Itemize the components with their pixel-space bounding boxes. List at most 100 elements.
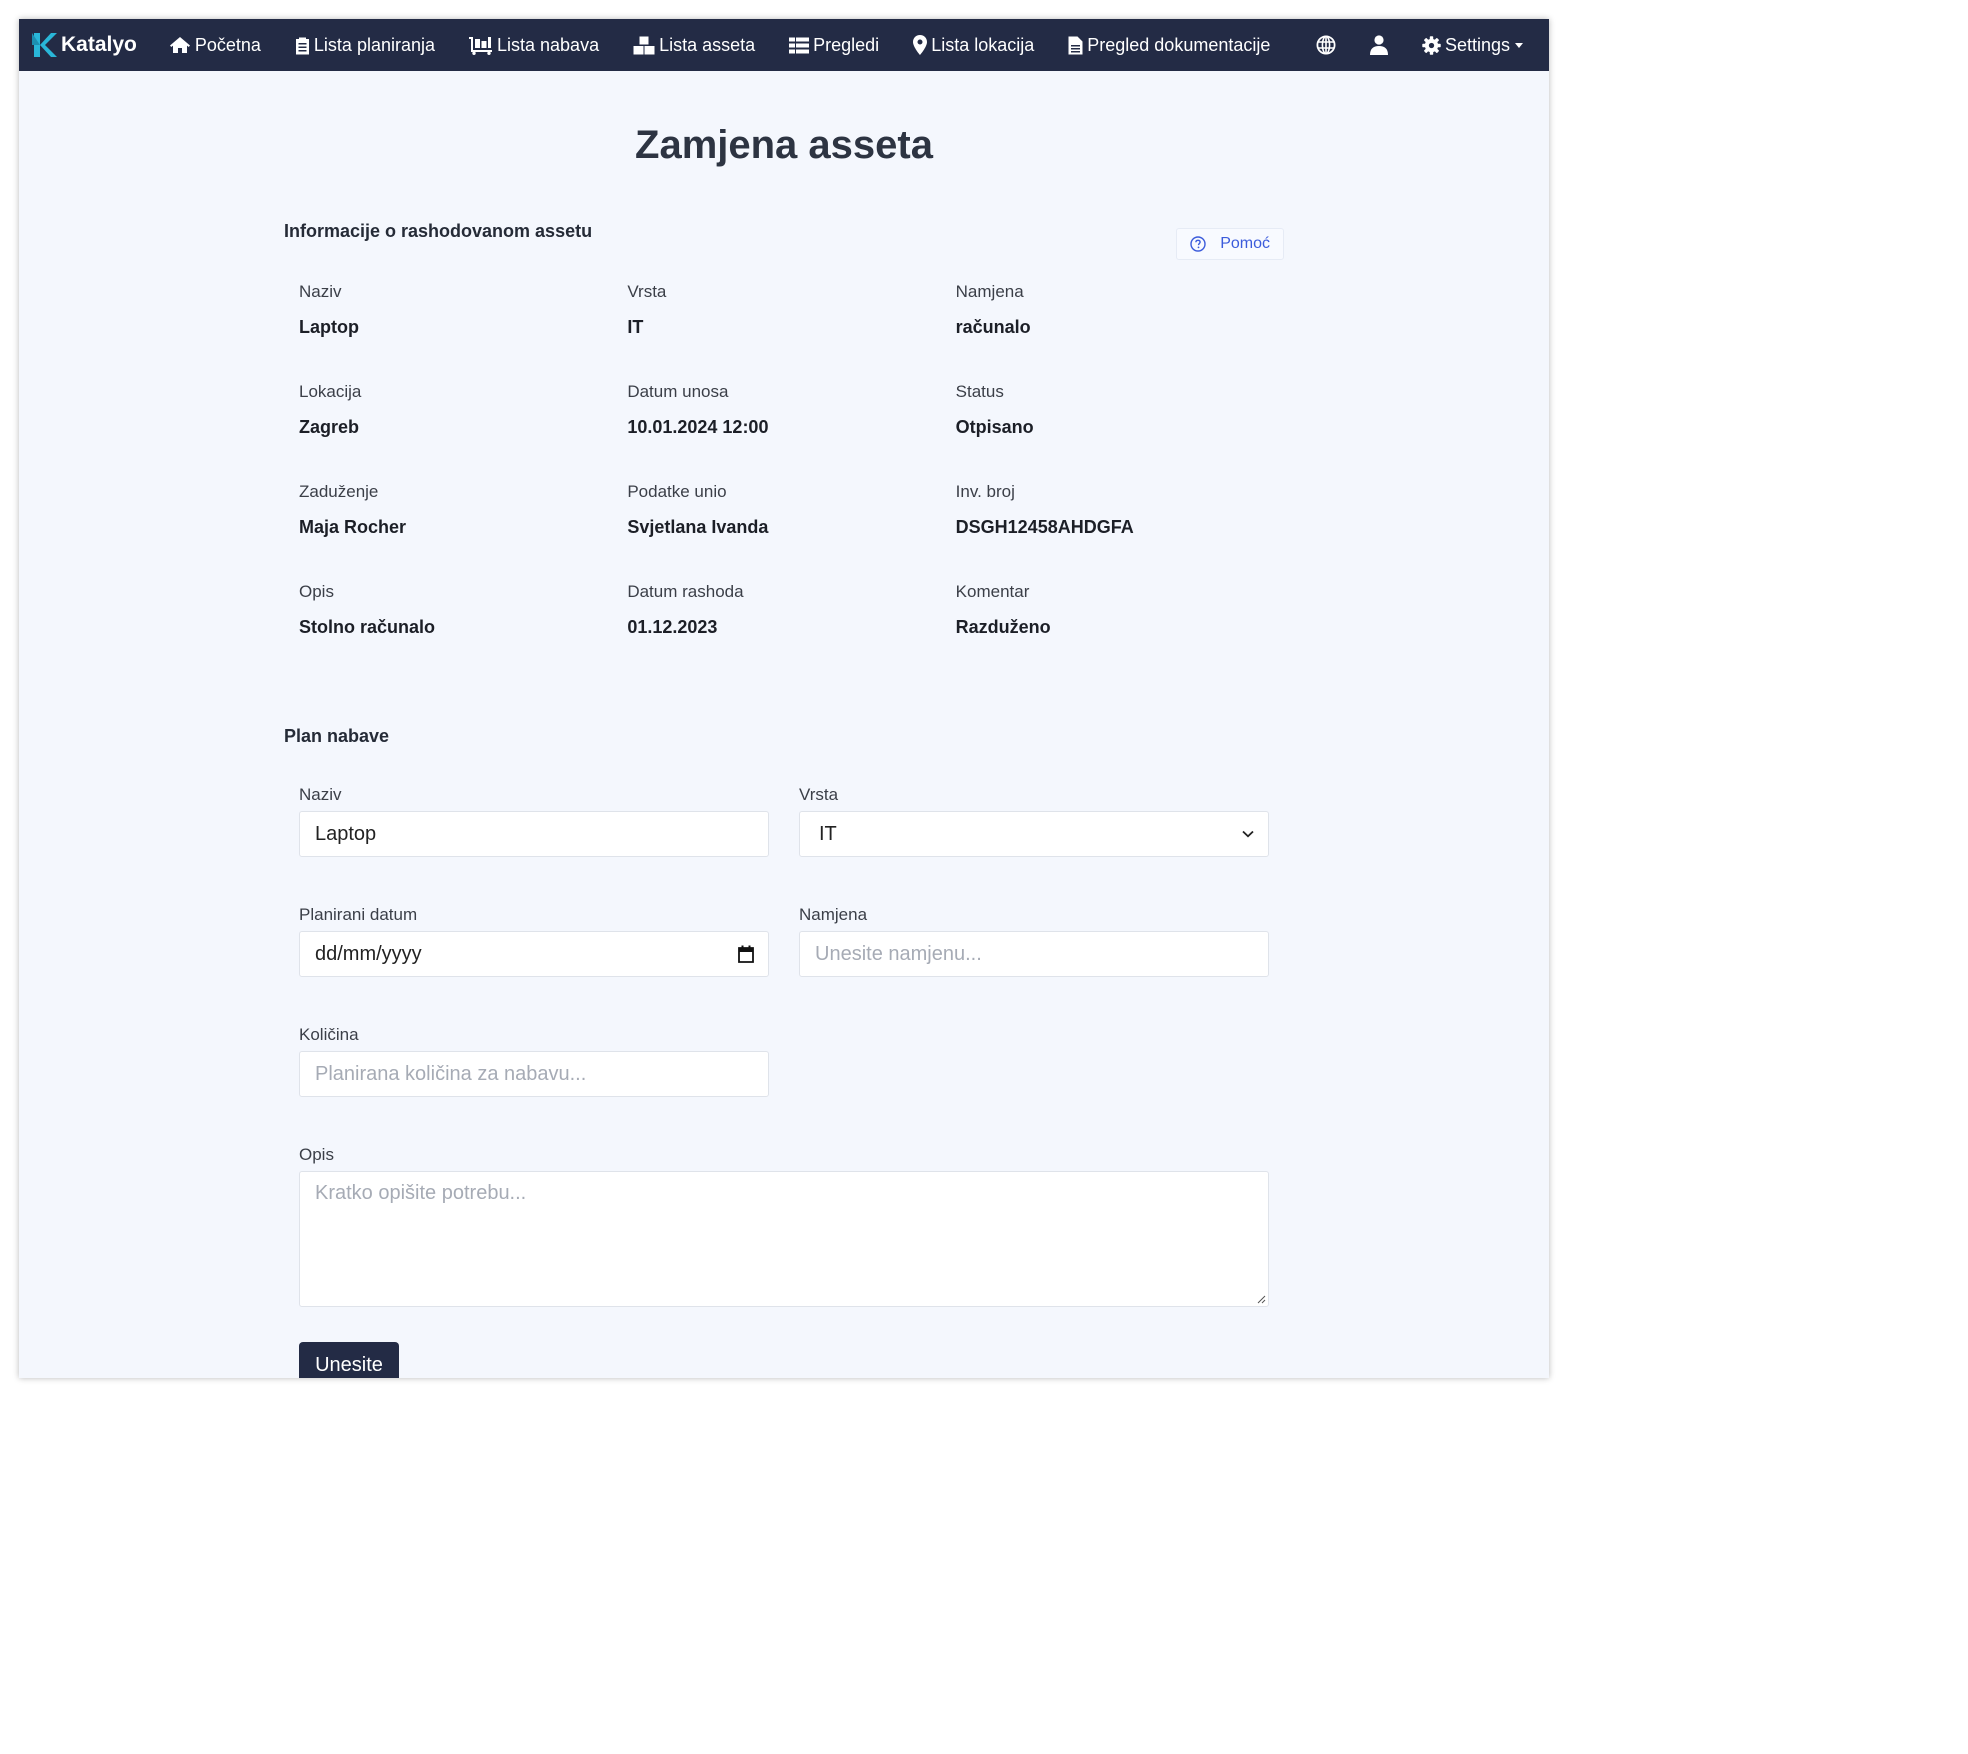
- plan-section-title: Plan nabave: [284, 726, 390, 746]
- info-field-inv-broj: Inv. broj DSGH12458AHDGFA: [956, 480, 1284, 580]
- kolicina-input[interactable]: Planirana količina za nabavu...: [299, 1051, 769, 1097]
- map-marker-icon: [913, 35, 928, 55]
- info-field-podatke-unio: Podatke unio Svjetlana Ivanda: [627, 480, 955, 580]
- info-label: Zaduženje: [299, 482, 379, 501]
- brand-logo[interactable]: Katalyo: [31, 19, 137, 71]
- info-value: IT: [627, 317, 644, 337]
- info-field-komentar: Komentar Razduženo: [956, 580, 1284, 680]
- info-field-naziv: Naziv Laptop: [299, 280, 627, 380]
- info-field-vrsta: Vrsta IT: [627, 280, 955, 380]
- globe-icon: [1316, 35, 1336, 55]
- nav-label: Lista lokacija: [931, 34, 1035, 55]
- user-button[interactable]: [1369, 19, 1392, 71]
- question-circle-icon: [1190, 236, 1206, 252]
- katalyo-logo-icon: [32, 33, 57, 57]
- language-button[interactable]: [1316, 19, 1340, 71]
- namjena-field: Namjena Unesite namjenu...: [799, 903, 1269, 1023]
- kolicina-label: Količina: [299, 1025, 359, 1044]
- info-label: Naziv: [299, 282, 342, 301]
- info-field-status: Status Otpisano: [956, 380, 1284, 480]
- info-field-datum-rashoda: Datum rashoda 01.12.2023: [627, 580, 955, 680]
- vrsta-select[interactable]: IT: [799, 811, 1269, 857]
- naziv-field: Naziv Laptop: [299, 783, 769, 903]
- info-value: Svjetlana Ivanda: [627, 517, 769, 537]
- naziv-input-value: Laptop: [315, 822, 377, 845]
- info-row: Lokacija Zagreb Datum unosa 10.01.2024 1…: [299, 380, 1284, 480]
- info-label: Vrsta: [627, 282, 667, 301]
- boxes-icon: [633, 36, 655, 54]
- vrsta-label: Vrsta: [799, 785, 839, 804]
- info-field-namjena: Namjena računalo: [956, 280, 1284, 380]
- opis-field: Opis Kratko opišite potrebu...: [299, 1143, 1269, 1307]
- info-label: Opis: [299, 582, 334, 601]
- info-label: Inv. broj: [955, 482, 1015, 501]
- info-label: Datum rashoda: [627, 582, 744, 601]
- app-window: Katalyo Početna Lista planiranja Lista n…: [19, 19, 1549, 1378]
- planirani-datum-input[interactable]: dd/mm/yyyy: [299, 931, 769, 977]
- info-section-title: Informacije o rashodovanom assetu: [284, 221, 593, 241]
- info-field-zaduzenje: Zaduženje Maja Rocher: [299, 480, 627, 580]
- dolly-icon: [469, 36, 492, 55]
- nav-label: Lista asseta: [659, 34, 756, 55]
- submit-button[interactable]: Unesite: [299, 1342, 399, 1378]
- nav-label: Lista planiranja: [313, 34, 435, 55]
- nav-item-pregled-dokumentacije[interactable]: Pregled dokumentacije: [1068, 19, 1270, 71]
- nav-item-lista-lokacija[interactable]: Lista lokacija: [913, 19, 1034, 71]
- info-row: Opis Stolno računalo Datum rashoda 01.12…: [299, 580, 1284, 680]
- nav-item-pregledi[interactable]: Pregledi: [789, 19, 879, 71]
- nav-label: Početna: [194, 34, 261, 55]
- form-row: Količina Planirana količina za nabavu...: [299, 1023, 1269, 1143]
- naziv-input[interactable]: Laptop: [299, 811, 769, 857]
- info-label: Status: [955, 382, 1004, 401]
- kolicina-field: Količina Planirana količina za nabavu...: [299, 1023, 769, 1143]
- user-icon: [1369, 35, 1388, 55]
- namjena-input[interactable]: Unesite namjenu...: [799, 931, 1269, 977]
- info-row: Zaduženje Maja Rocher Podatke unio Svjet…: [299, 480, 1284, 580]
- calendar-icon[interactable]: [738, 945, 754, 963]
- form-row: Naziv Laptop Vrsta IT: [299, 783, 1269, 903]
- nav-label: Pregledi: [813, 34, 880, 55]
- nav-label: Lista nabava: [497, 34, 600, 55]
- nav-item-lista-nabava[interactable]: Lista nabava: [469, 19, 599, 71]
- nav-label: Pregled dokumentacije: [1087, 34, 1271, 55]
- namjena-label: Namjena: [799, 905, 868, 924]
- brand-name: Katalyo: [61, 33, 137, 56]
- chevron-down-icon: [1242, 830, 1254, 838]
- clipboard-icon: [295, 37, 309, 54]
- info-value: 10.01.2024 12:00: [627, 417, 769, 437]
- help-label: Pomoć: [1220, 235, 1270, 252]
- info-value: Maja Rocher: [299, 517, 407, 537]
- navbar: Katalyo Početna Lista planiranja Lista n…: [19, 19, 1549, 71]
- info-value: računalo: [955, 317, 1031, 337]
- settings-label: Settings: [1444, 34, 1510, 55]
- resize-handle-icon[interactable]: [1257, 1295, 1266, 1304]
- settings-dropdown[interactable]: Settings: [1422, 19, 1523, 71]
- info-field-opis: Opis Stolno računalo: [299, 580, 627, 680]
- info-label: Komentar: [955, 582, 1030, 601]
- opis-textarea[interactable]: Kratko opišite potrebu...: [299, 1171, 1269, 1307]
- form-row: Planirani datum dd/mm/yyyy Namjena Unesi…: [299, 903, 1269, 1023]
- kolicina-placeholder: Planirana količina za nabavu...: [315, 1062, 587, 1085]
- nav-item-lista-asseta[interactable]: Lista asseta: [633, 19, 755, 71]
- date-input-value: dd/mm/yyyy: [315, 942, 422, 965]
- info-label: Podatke unio: [627, 482, 727, 501]
- info-value: Zagreb: [299, 417, 360, 437]
- nav-item-pocetna[interactable]: Početna: [169, 19, 261, 71]
- gear-icon: [1422, 35, 1441, 55]
- info-label: Namjena: [955, 282, 1024, 301]
- vrsta-field: Vrsta IT: [799, 783, 1269, 903]
- info-label: Lokacija: [299, 382, 362, 401]
- info-field-datum-unosa: Datum unosa 10.01.2024 12:00: [627, 380, 955, 480]
- asset-info-grid: Naziv Laptop Vrsta IT Namjena računalo L…: [299, 280, 1284, 680]
- naziv-label: Naziv: [299, 785, 342, 804]
- help-button[interactable]: Pomoć: [1176, 228, 1284, 260]
- nav-item-lista-planiranja[interactable]: Lista planiranja: [295, 19, 435, 71]
- chevron-down-icon: [1515, 42, 1523, 48]
- info-value: Laptop: [299, 317, 359, 337]
- info-value: DSGH12458AHDGFA: [955, 517, 1134, 537]
- vrsta-select-value: IT: [819, 822, 837, 845]
- file-icon: [1068, 36, 1083, 54]
- home-icon: [169, 37, 190, 53]
- info-value: Stolno računalo: [299, 617, 436, 637]
- info-label: Datum unosa: [627, 382, 729, 401]
